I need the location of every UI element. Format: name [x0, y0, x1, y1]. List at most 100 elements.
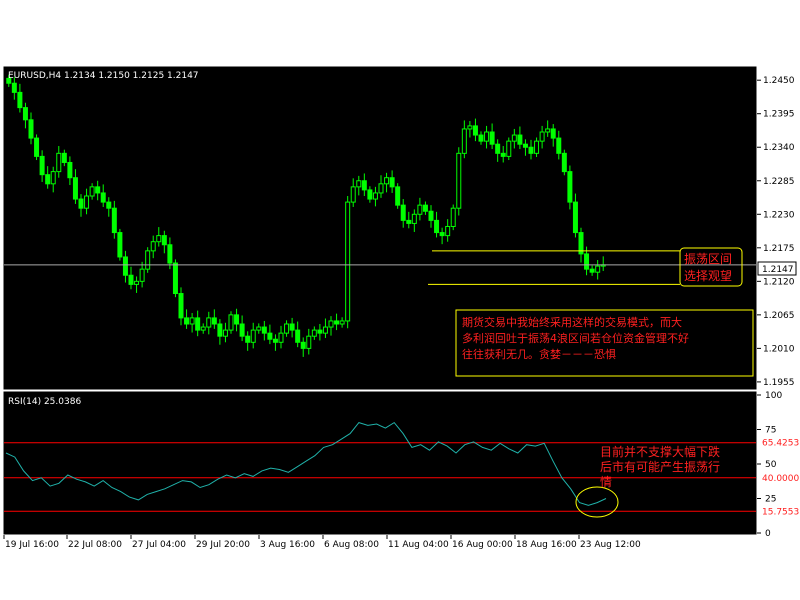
rsi-note-line2: 后市有可能产生振荡行	[600, 459, 720, 474]
candle-body	[222, 329, 228, 337]
candle-body	[217, 323, 223, 337]
candle-body	[584, 253, 590, 270]
candle-body	[145, 250, 151, 270]
candle-body	[334, 320, 340, 325]
candle-body	[489, 131, 495, 145]
candle-body	[39, 155, 45, 176]
price-tick-label: 1.2450	[763, 76, 795, 86]
rsi-tick-label: 100	[765, 391, 782, 401]
candle-body	[278, 332, 284, 343]
candle-body	[172, 262, 178, 295]
candle-body	[17, 91, 23, 109]
candle-body	[317, 329, 323, 334]
time-tick-label: 16 Aug 00:00	[452, 540, 513, 550]
candle-body	[450, 207, 456, 227]
price-axis: 1.2450 1.2395 1.2340 1.2285 1.2230 1.2175 1.21…	[757, 76, 795, 388]
candle-body	[572, 201, 578, 234]
candle-body	[128, 274, 134, 285]
time-tick-label: 27 Jul 04:00	[132, 540, 186, 550]
candle-body	[478, 134, 484, 142]
candle-body	[461, 128, 467, 154]
candle-body	[89, 186, 95, 197]
candle-body	[78, 198, 84, 209]
candle-body	[284, 323, 290, 334]
price-tick-label: 1.2065	[763, 311, 795, 321]
candle-body	[239, 323, 245, 337]
candle-body	[567, 171, 573, 203]
candle-body	[339, 320, 345, 325]
candle-body	[395, 186, 401, 206]
commentary-line1: 期货交易中我始终采用这样的交易模式，而大	[462, 315, 682, 329]
candle-body	[161, 235, 167, 246]
candle-body	[61, 152, 67, 163]
candle-body	[289, 323, 295, 331]
candle-body	[245, 335, 251, 343]
main-title: EURUSD,H4 1.2134 1.2150 1.2125 1.2147	[8, 71, 199, 81]
candle-body	[467, 125, 473, 130]
candle-body	[350, 186, 356, 203]
candle-body	[322, 326, 328, 334]
candle-body	[250, 329, 256, 343]
time-tick-label: 3 Aug 16:00	[260, 540, 315, 550]
candle-body	[22, 107, 28, 121]
time-tick-label: 18 Aug 16:00	[516, 540, 577, 550]
price-tick-label: 1.1955	[763, 378, 795, 388]
price-tick-label: 1.2010	[763, 344, 795, 354]
candle-body	[428, 210, 434, 221]
candle-body	[267, 332, 273, 340]
candle-body	[378, 183, 384, 194]
candle-body	[456, 152, 462, 209]
candle-body	[195, 317, 201, 331]
candle-body	[472, 125, 478, 136]
price-tick-label: 1.2395	[763, 110, 795, 120]
candle-body	[367, 189, 373, 200]
candle-body	[589, 268, 595, 273]
candle-body	[517, 134, 523, 145]
candle-body	[117, 232, 123, 258]
candle-body	[189, 317, 195, 325]
candle-body	[300, 341, 306, 349]
candle-body	[528, 146, 534, 154]
commentary-line3: 往往获利无几。贪婪－－－恐惧	[462, 347, 616, 361]
rsi-tick-label: 25	[765, 495, 776, 505]
rsi-note-line1: 目前并不支撑大幅下跌	[600, 444, 720, 459]
candle-body	[134, 280, 140, 285]
candle-body	[522, 143, 528, 148]
candle-body	[111, 207, 117, 234]
candle-body	[400, 204, 406, 221]
candle-body	[56, 152, 62, 173]
candle-body	[184, 317, 190, 325]
candle-body	[534, 140, 540, 154]
candle-body	[406, 219, 412, 224]
candle-body	[122, 256, 128, 276]
price-tick-label: 1.2230	[763, 210, 795, 220]
candle-body	[100, 192, 106, 203]
candle-body	[345, 201, 351, 322]
price-tick-label: 1.2285	[763, 177, 795, 187]
candle-body	[150, 241, 156, 252]
candle-body	[234, 314, 240, 325]
price-tick-label: 1.2175	[763, 244, 795, 254]
candle-body	[95, 186, 101, 194]
rsi-tick-label: 0	[765, 529, 771, 539]
candle-body	[361, 180, 367, 191]
time-tick-label: 23 Aug 12:00	[580, 540, 641, 550]
candle-body	[11, 82, 17, 93]
candle-body	[84, 195, 90, 209]
time-axis: 19 Jul 16:00 22 Jul 08:00 27 Jul 04:00 29 J…	[3, 535, 641, 550]
candle-body	[306, 335, 312, 349]
candle-body	[272, 338, 278, 343]
time-tick-label: 6 Aug 08:00	[324, 540, 379, 550]
candle-body	[167, 244, 173, 264]
candle-body	[328, 320, 334, 328]
candle-body	[206, 317, 212, 328]
candle-body	[595, 265, 601, 273]
candle-body	[389, 177, 395, 188]
candle-body	[139, 268, 145, 282]
time-tick-label: 19 Jul 16:00	[5, 540, 59, 550]
candle-body	[45, 174, 51, 185]
candle-body	[434, 219, 440, 234]
candle-body	[511, 134, 517, 142]
candle-body	[256, 326, 262, 331]
rsi-tick-label: 50	[765, 460, 777, 470]
